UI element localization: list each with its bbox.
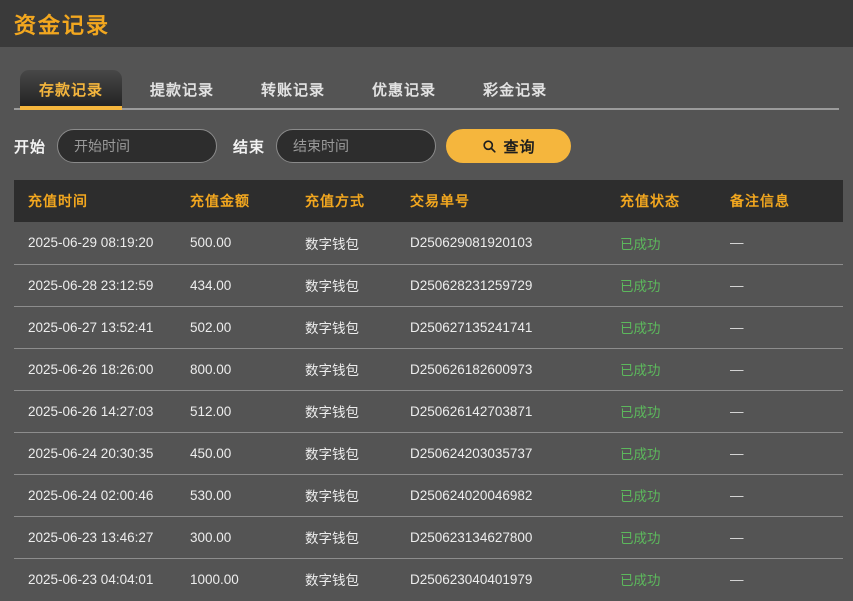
cell-recharge-status: 已成功 <box>606 516 716 558</box>
column-header: 充值状态 <box>606 180 716 222</box>
cell-recharge-time: 2025-06-26 18:26:00 <box>14 348 176 390</box>
cell-remark: — <box>716 222 843 264</box>
cell-recharge-amount: 450.00 <box>176 432 291 474</box>
cell-recharge-amount: 500.00 <box>176 222 291 264</box>
cell-recharge-status: 已成功 <box>606 474 716 516</box>
table-row: 2025-06-27 13:52:41502.00数字钱包D2506271352… <box>14 306 843 348</box>
cell-remark: — <box>716 348 843 390</box>
cell-transaction-number: D250624203035737 <box>396 432 606 474</box>
column-header: 充值方式 <box>291 180 396 222</box>
table-row: 2025-06-24 20:30:35450.00数字钱包D2506242030… <box>14 432 843 474</box>
tab-transfer-records[interactable]: 转账记录 <box>242 70 344 108</box>
cell-recharge-amount: 512.00 <box>176 390 291 432</box>
cell-recharge-method: 数字钱包 <box>291 390 396 432</box>
tab-bar: 存款记录提款记录转账记录优惠记录彩金记录 <box>14 70 839 110</box>
page-header: 资金记录 <box>0 0 853 47</box>
end-label: 结束 <box>233 136 265 157</box>
cell-recharge-time: 2025-06-28 23:12:59 <box>14 264 176 306</box>
cell-transaction-number: D250628231259729 <box>396 264 606 306</box>
start-label: 开始 <box>14 136 46 157</box>
cell-remark: — <box>716 306 843 348</box>
cell-recharge-status: 已成功 <box>606 432 716 474</box>
column-header: 充值时间 <box>14 180 176 222</box>
end-time-input[interactable] <box>276 129 436 163</box>
cell-transaction-number: D250626142703871 <box>396 390 606 432</box>
cell-transaction-number: D250623134627800 <box>396 516 606 558</box>
cell-remark: — <box>716 474 843 516</box>
cell-recharge-time: 2025-06-29 08:19:20 <box>14 222 176 264</box>
column-header: 交易单号 <box>396 180 606 222</box>
cell-recharge-status: 已成功 <box>606 222 716 264</box>
cell-recharge-method: 数字钱包 <box>291 558 396 600</box>
cell-recharge-status: 已成功 <box>606 390 716 432</box>
table-row: 2025-06-26 18:26:00800.00数字钱包D2506261826… <box>14 348 843 390</box>
table-row: 2025-06-24 02:00:46530.00数字钱包D2506240200… <box>14 474 843 516</box>
cell-recharge-amount: 530.00 <box>176 474 291 516</box>
cell-recharge-method: 数字钱包 <box>291 348 396 390</box>
table-header-row: 充值时间充值金额充值方式交易单号充值状态备注信息 <box>14 180 843 222</box>
search-button-label: 查询 <box>504 136 536 157</box>
cell-recharge-time: 2025-06-23 04:04:01 <box>14 558 176 600</box>
cell-remark: — <box>716 390 843 432</box>
cell-remark: — <box>716 558 843 600</box>
cell-recharge-time: 2025-06-24 20:30:35 <box>14 432 176 474</box>
cell-recharge-time: 2025-06-26 14:27:03 <box>14 390 176 432</box>
cell-recharge-method: 数字钱包 <box>291 516 396 558</box>
cell-recharge-time: 2025-06-27 13:52:41 <box>14 306 176 348</box>
cell-recharge-amount: 502.00 <box>176 306 291 348</box>
cell-recharge-time: 2025-06-23 13:46:27 <box>14 516 176 558</box>
cell-recharge-method: 数字钱包 <box>291 306 396 348</box>
cell-recharge-amount: 434.00 <box>176 264 291 306</box>
cell-recharge-amount: 300.00 <box>176 516 291 558</box>
cell-recharge-status: 已成功 <box>606 306 716 348</box>
table-row: 2025-06-26 14:27:03512.00数字钱包D2506261427… <box>14 390 843 432</box>
table-row: 2025-06-29 08:19:20500.00数字钱包D2506290819… <box>14 222 843 264</box>
cell-recharge-status: 已成功 <box>606 264 716 306</box>
search-icon <box>482 139 497 154</box>
column-header: 备注信息 <box>716 180 843 222</box>
cell-recharge-amount: 1000.00 <box>176 558 291 600</box>
cell-remark: — <box>716 432 843 474</box>
tab-bonus-records[interactable]: 彩金记录 <box>464 70 566 108</box>
cell-recharge-method: 数字钱包 <box>291 264 396 306</box>
cell-transaction-number: D250626182600973 <box>396 348 606 390</box>
tab-deposit-records[interactable]: 存款记录 <box>20 70 122 108</box>
filter-bar: 开始 结束 查询 <box>14 129 839 163</box>
deposit-records-table: 充值时间充值金额充值方式交易单号充值状态备注信息 2025-06-29 08:1… <box>14 180 843 600</box>
start-time-input[interactable] <box>57 129 217 163</box>
cell-transaction-number: D250629081920103 <box>396 222 606 264</box>
column-header: 充值金额 <box>176 180 291 222</box>
tab-promotion-records[interactable]: 优惠记录 <box>353 70 455 108</box>
table-row: 2025-06-23 04:04:011000.00数字钱包D250623040… <box>14 558 843 600</box>
cell-transaction-number: D250627135241741 <box>396 306 606 348</box>
cell-recharge-status: 已成功 <box>606 348 716 390</box>
table-row: 2025-06-28 23:12:59434.00数字钱包D2506282312… <box>14 264 843 306</box>
cell-recharge-method: 数字钱包 <box>291 222 396 264</box>
cell-recharge-method: 数字钱包 <box>291 432 396 474</box>
cell-recharge-status: 已成功 <box>606 558 716 600</box>
cell-recharge-method: 数字钱包 <box>291 474 396 516</box>
search-button[interactable]: 查询 <box>446 129 571 163</box>
page-title: 资金记录 <box>14 8 110 40</box>
cell-transaction-number: D250624020046982 <box>396 474 606 516</box>
cell-recharge-amount: 800.00 <box>176 348 291 390</box>
tab-withdrawal-records[interactable]: 提款记录 <box>131 70 233 108</box>
cell-remark: — <box>716 516 843 558</box>
cell-remark: — <box>716 264 843 306</box>
table-row: 2025-06-23 13:46:27300.00数字钱包D2506231346… <box>14 516 843 558</box>
cell-recharge-time: 2025-06-24 02:00:46 <box>14 474 176 516</box>
cell-transaction-number: D250623040401979 <box>396 558 606 600</box>
